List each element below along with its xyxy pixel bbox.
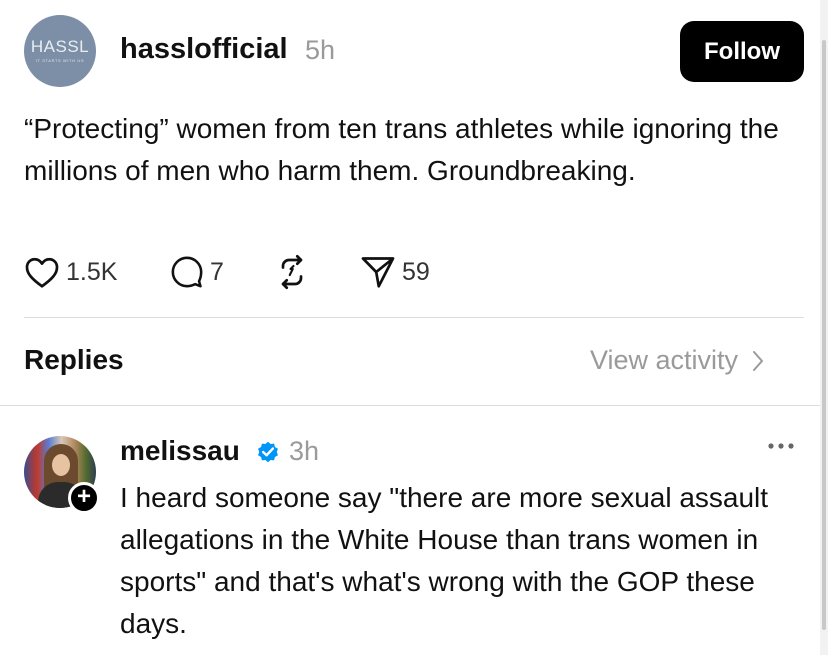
- verified-badge-icon: [258, 441, 278, 463]
- view-activity-label: View activity: [590, 345, 739, 375]
- repost-icon: [281, 254, 303, 290]
- scrollbar[interactable]: [820, 0, 828, 655]
- divider: [24, 317, 804, 318]
- share-icon: [361, 257, 395, 288]
- comment-icon: [171, 256, 203, 288]
- chevron-right-icon: [753, 350, 764, 371]
- like-count: 1.5K: [66, 257, 118, 286]
- reply-timestamp: 3h: [289, 436, 320, 466]
- reply-author-username[interactable]: melissau: [120, 435, 240, 467]
- comment-action[interactable]: 7: [170, 252, 224, 292]
- share-count: 59: [402, 257, 430, 286]
- like-action[interactable]: 1.5K: [24, 252, 117, 292]
- repost-action[interactable]: [274, 252, 310, 292]
- post-author-avatar[interactable]: HASSL IT STARTS WITH US: [24, 15, 96, 87]
- avatar-logo-tagline: IT STARTS WITH US: [35, 58, 85, 63]
- avatar-logo-text: HASSL: [30, 37, 90, 56]
- view-activity-link[interactable]: View activity: [590, 345, 764, 376]
- follow-plus-icon[interactable]: +: [68, 482, 100, 514]
- scrollbar-thumb[interactable]: [822, 40, 826, 630]
- more-options-icon[interactable]: [766, 440, 796, 452]
- post-text: “Protecting” women from ten trans athlet…: [24, 113, 779, 186]
- comment-count: 7: [210, 257, 224, 286]
- post-author-username[interactable]: hasslofficial: [120, 33, 288, 66]
- divider: [0, 405, 828, 406]
- avatar-face: [52, 454, 70, 476]
- replies-heading: Replies: [24, 344, 124, 375]
- reply-text: I heard someone say "there are more sexu…: [120, 482, 769, 639]
- follow-button[interactable]: Follow: [680, 21, 804, 82]
- share-action[interactable]: 59: [360, 252, 430, 292]
- post-timestamp: 5h: [305, 35, 336, 65]
- heart-icon: [25, 257, 59, 288]
